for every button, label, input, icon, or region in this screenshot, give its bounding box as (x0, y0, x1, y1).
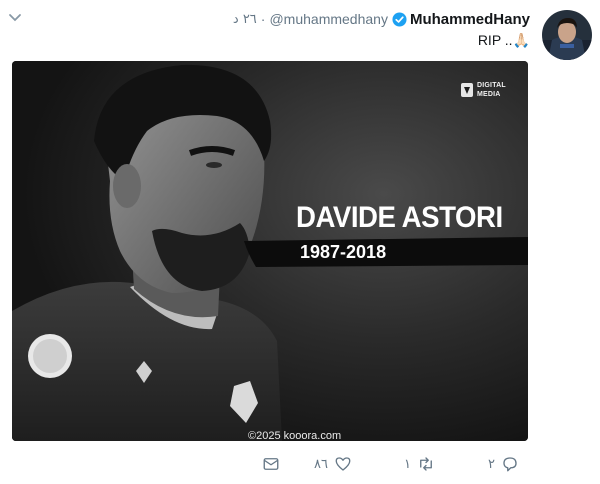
avatar[interactable] (542, 10, 592, 60)
reply-icon (503, 457, 517, 472)
tweet-actions: ٢ ١ ٨٦ (0, 452, 600, 480)
heart-icon (335, 457, 351, 471)
direct-message-button[interactable] (262, 452, 280, 476)
envelope-icon (263, 458, 279, 470)
timestamp[interactable]: ٢٦ د (233, 12, 257, 27)
logo-line-1: DIGITAL (477, 82, 506, 89)
watermark: ©2025 kooora.com (248, 430, 342, 441)
verified-badge-icon (392, 11, 407, 27)
player-name: DAVIDE ASTORI (296, 201, 503, 234)
tweet-image[interactable]: DIGITAL MEDIA DAVIDE ASTORI 1987-2018 ©2… (12, 61, 528, 441)
display-name[interactable]: MuhammedHany (410, 11, 530, 28)
separator-dot: · (260, 11, 266, 27)
logo-text: DIGITAL MEDIA (477, 81, 506, 99)
like-button[interactable]: ٨٦ (314, 452, 352, 476)
reply-button[interactable]: ٢ (488, 452, 519, 476)
player-years: 1987-2018 (300, 242, 387, 262)
retweet-count: ١ (404, 456, 411, 472)
tweet-text: RIP ..🙏🏻 (477, 32, 530, 48)
player-photo (12, 61, 528, 441)
chevron-down-icon[interactable] (8, 10, 22, 24)
retweet-button[interactable]: ١ (404, 452, 435, 476)
reply-count: ٢ (488, 456, 495, 472)
like-count: ٨٦ (314, 456, 328, 472)
logo-line-2: MEDIA (477, 91, 501, 98)
retweet-icon (420, 457, 432, 471)
tweet[interactable]: MuhammedHany @muhammedhany · ٢٦ د RIP ..… (0, 0, 600, 484)
tweet-header: MuhammedHany @muhammedhany · ٢٦ د (233, 9, 530, 29)
username[interactable]: @muhammedhany (269, 11, 388, 27)
